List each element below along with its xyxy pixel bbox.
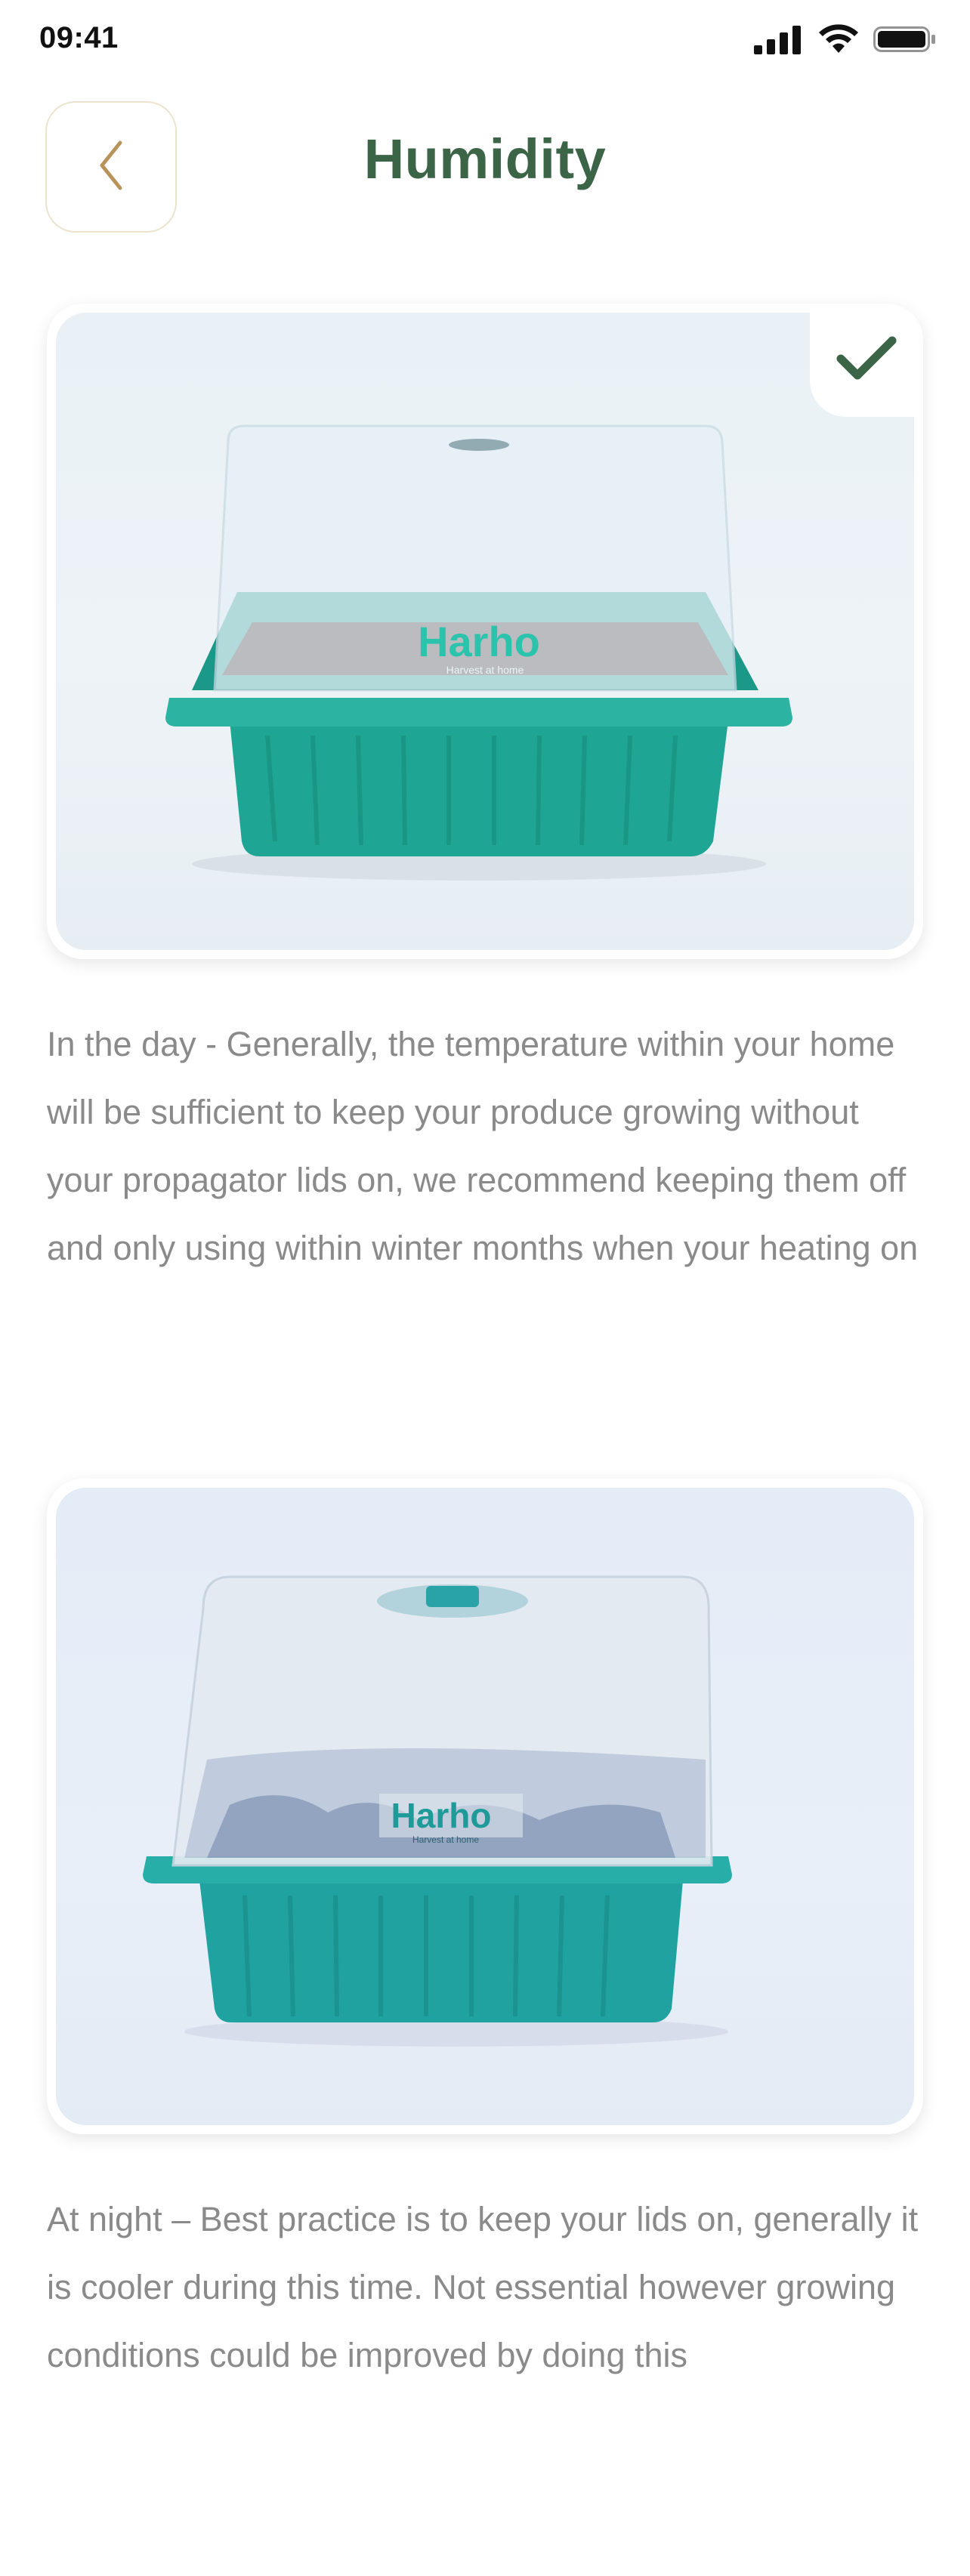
signal-icon bbox=[754, 24, 804, 58]
brand-logo-text: Harho bbox=[391, 1796, 492, 1835]
night-instructions-text: At night – Best practice is to keep your… bbox=[47, 2200, 919, 2374]
status-bar: 09:41 bbox=[0, 0, 970, 79]
brand-tagline: Harvest at home bbox=[412, 1834, 479, 1845]
wifi-icon bbox=[817, 24, 860, 58]
status-icons bbox=[754, 24, 937, 58]
propagator-photo-lid: Harho Harvest at home bbox=[56, 313, 914, 950]
selected-badge bbox=[810, 304, 923, 417]
propagator-image-card-day[interactable]: Harho Harvest at home bbox=[47, 304, 923, 959]
propagator-image-card-night[interactable]: Harho Harvest at home bbox=[47, 1479, 923, 2134]
brand-tagline: Harvest at home bbox=[446, 664, 524, 676]
brand-logo-text: Harho bbox=[418, 618, 540, 665]
page-title: Humidity bbox=[363, 128, 607, 190]
battery-icon bbox=[873, 24, 937, 58]
propagator-photo-misted-lid: Harho Harvest at home bbox=[56, 1488, 914, 2125]
checkmark-icon bbox=[836, 335, 897, 387]
status-time: 09:41 bbox=[39, 21, 119, 54]
day-instructions-text: In the day - Generally, the temperature … bbox=[47, 1025, 919, 1267]
